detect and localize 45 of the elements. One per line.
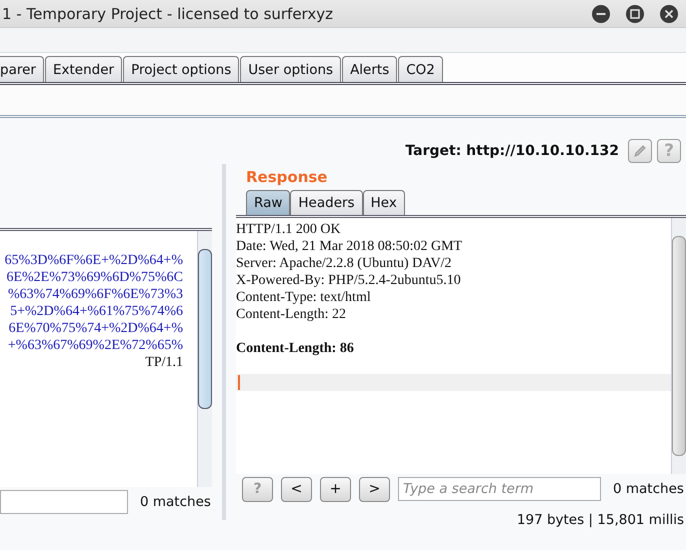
edit-button[interactable] (628, 139, 652, 163)
tab[interactable]: Alerts (342, 56, 398, 82)
close-icon[interactable] (660, 4, 678, 22)
tab[interactable]: Extender (44, 56, 122, 82)
code-line: Content-Length: 86 (236, 340, 355, 357)
tab[interactable]: Headers (290, 190, 363, 215)
tab[interactable]: parer (0, 56, 44, 82)
window-title: 1 - Temporary Project - licensed to surferxyz (1, 4, 333, 22)
scrollbar[interactable] (671, 218, 686, 474)
target-label: Target: http://10.10.10.132 (405, 143, 619, 159)
tab[interactable]: CO2 (398, 56, 443, 82)
match-count: 0 matches (140, 494, 211, 510)
code-line: Server: Apache/2.2.8 (Ubuntu) DAV/2 (236, 255, 453, 272)
pencil-icon (632, 143, 648, 159)
text-cursor (238, 375, 240, 390)
tab[interactable]: Raw (246, 190, 290, 215)
code-line: 5+%2D%64+%61%75%74%6 (9, 303, 184, 320)
code-line: Content-Type: text/html (236, 289, 372, 306)
search-field[interactable]: Type a search term (398, 477, 601, 501)
tab[interactable]: Project options (123, 56, 240, 82)
search-field[interactable] (0, 490, 128, 514)
nav-button[interactable]: < (281, 476, 312, 502)
status-text: 197 bytes | 15,801 millis (516, 512, 684, 528)
maximize-icon[interactable] (626, 4, 644, 22)
request-editor[interactable]: 65%3D%6F%6E+%2D%64+% 6E%2E%73%69%6D%75%6C %63%74%69%6F%6E%73%3 5+%2D%64+%61%75%74%6 6E%70%75%74+%2D%64+% +%63%67%69%2E%72%65% TP/1.1 (0, 228, 212, 487)
split-handle[interactable] (222, 164, 226, 520)
code-line: %63%74%69%6F%6E%73%3 (7, 286, 184, 303)
code-line: TP/1.1 (144, 354, 184, 371)
code-line: Date: Wed, 21 Mar 2018 08:50:02 GMT (236, 238, 464, 255)
match-count: 0 matches (613, 481, 684, 497)
code-line: 6E%70%75%74+%2D%64+% (8, 320, 184, 337)
code-line: Content-Length: 22 (236, 306, 348, 323)
code-line: 65%3D%6F%6E+%2D%64+% (4, 252, 184, 269)
code-line: HTTP/1.1 200 OK (236, 221, 342, 238)
tab[interactable]: User options (240, 56, 342, 82)
code-line: X-Powered-By: PHP/5.2.4-2ubuntu5.10 (236, 272, 462, 289)
scrollbar[interactable] (197, 231, 212, 487)
response-title: Response (246, 168, 328, 186)
code-line: 6E%2E%73%69%6D%75%6C (5, 269, 184, 286)
minimize-icon[interactable] (592, 4, 610, 22)
nav-button[interactable]: + (320, 476, 351, 502)
response-editor[interactable]: HTTP/1.1 200 OK Date: Wed, 21 Mar 2018 08:50:02 GMT Server: Apache/2.2.8 (Ubuntu) DAV/2 X-Powered-By: PHP/5.2.4-2ubuntu5.10 Content-Type: text/html Content-Length: 22 Content-Length: 86 (236, 215, 686, 474)
nav-button[interactable]: > (359, 476, 390, 502)
code-line: +%63%67%69%2E%72%65% (6, 337, 184, 354)
tab[interactable]: Hex (362, 190, 405, 215)
